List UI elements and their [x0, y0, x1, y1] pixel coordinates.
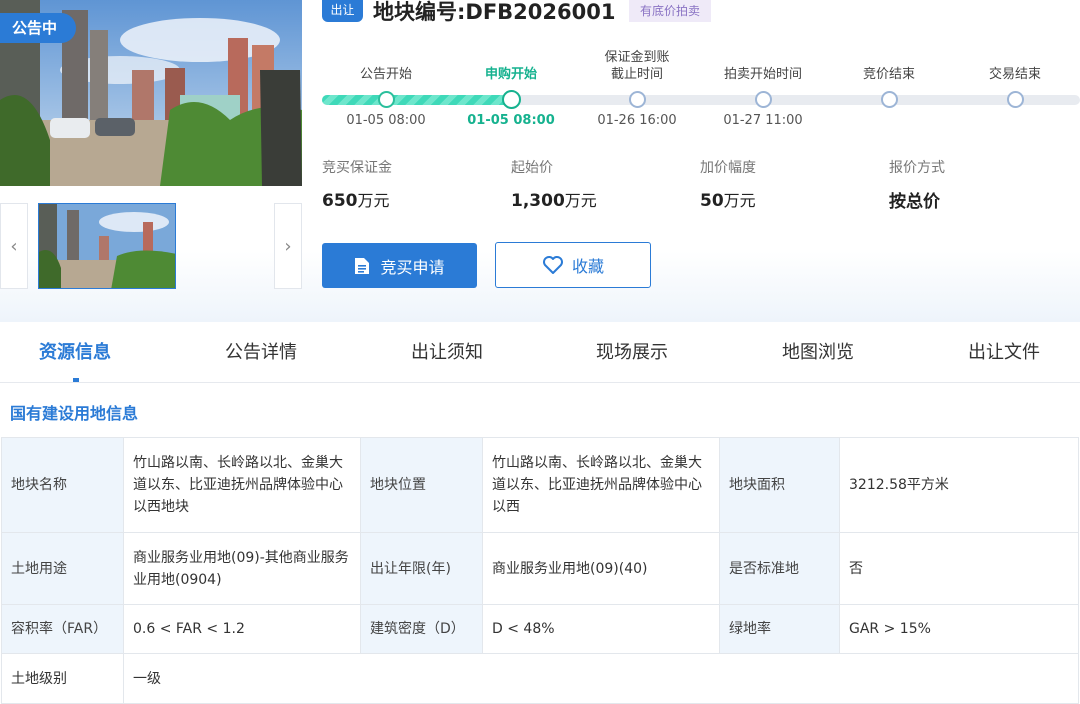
timeline-step: 拍卖开始时间 01-27 11:00 — [698, 40, 828, 128]
favorite-label: 收藏 — [571, 257, 604, 276]
stat-bid-method: 报价方式 按总价 — [889, 157, 1069, 212]
status-tag: 公告中 — [0, 13, 76, 43]
timeline-step: 公告开始 01-05 08:00 — [321, 40, 451, 128]
land-use-value: 商业服务业用地(09)-其他商业服务业用地(0904) — [123, 532, 361, 605]
lot-title: 地块编号:DFB2026001 — [373, 0, 616, 24]
transfer-badge: 出让 — [322, 0, 363, 22]
timeline-step-time: 01-26 16:00 — [597, 113, 677, 128]
stat-deposit-label: 竞买保证金 — [322, 160, 392, 176]
tab-notice-details[interactable]: 公告详情 — [225, 324, 297, 382]
stat-deposit-value: 650万元 — [322, 191, 390, 211]
timeline-step-label: 公告开始 — [359, 67, 412, 82]
timeline-step: 申购开始 01-05 08:00 — [446, 40, 576, 128]
timeline-step: 保证金到账 截止时间 01-26 16:00 — [572, 40, 702, 128]
tab-transfer-files[interactable]: 出让文件 — [968, 324, 1040, 382]
tab-site-photos[interactable]: 现场展示 — [596, 324, 668, 382]
gallery-thumbnail[interactable] — [38, 203, 176, 289]
land-area-value: 3212.58平方米 — [839, 437, 1079, 533]
timeline-step-time: 01-27 11:00 — [723, 113, 803, 128]
standard-land-value: 否 — [839, 532, 1079, 605]
land-term-label: 出让年限(年) — [360, 532, 483, 605]
green-ratio-value: GAR > 15% — [839, 604, 1079, 654]
land-location-label: 地块位置 — [360, 437, 483, 533]
stat-start-price: 起始价 1,300万元 — [511, 157, 691, 211]
table-row: 地块名称 竹山路以南、长岭路以北、金巢大道以东、比亚迪抚州品牌体验中心以西地块 … — [1, 437, 1079, 533]
land-name-value: 竹山路以南、长岭路以北、金巢大道以东、比亚迪抚州品牌体验中心以西地块 — [123, 437, 361, 533]
stat-increment-label: 加价幅度 — [700, 160, 756, 176]
tab-resource-info[interactable]: 资源信息 — [39, 324, 111, 382]
timeline-step-label: 交易结束 — [988, 67, 1041, 82]
gallery-prev-button[interactable]: ‹ — [0, 203, 28, 289]
land-use-label: 土地用途 — [1, 532, 124, 605]
lot-main-photo[interactable]: 公告中 — [0, 0, 302, 186]
apply-bid-button[interactable]: 竞买申请 — [322, 243, 477, 288]
timeline-step-dot — [1007, 91, 1024, 108]
land-grade-label: 土地级别 — [1, 653, 124, 704]
table-row: 土地级别 一级 — [1, 653, 1079, 704]
timeline-step: 交易结束 — [950, 40, 1080, 108]
stat-increment-value: 50万元 — [700, 191, 756, 211]
land-name-label: 地块名称 — [1, 437, 124, 533]
document-icon — [355, 257, 370, 274]
timeline-step-label: 拍卖开始时间 — [723, 67, 802, 82]
stat-start-price-label: 起始价 — [511, 160, 553, 176]
stat-start-price-value: 1,300万元 — [511, 191, 597, 211]
heart-icon — [542, 256, 563, 274]
far-value: 0.6 < FAR < 1.2 — [123, 604, 361, 654]
land-location-value: 竹山路以南、长岭路以北、金巢大道以东、比亚迪抚州品牌体验中心以西 — [482, 437, 720, 533]
timeline-step-label: 保证金到账 截止时间 — [604, 50, 670, 82]
stat-increment: 加价幅度 50万元 — [700, 157, 880, 211]
stat-bid-method-value: 按总价 — [889, 192, 940, 212]
density-label: 建筑密度（D） — [360, 604, 483, 654]
land-area-label: 地块面积 — [719, 437, 840, 533]
reserve-price-tag: 有底价拍卖 — [629, 0, 712, 22]
timeline-step-dot — [502, 90, 521, 109]
timeline-step: 竞价结束 — [824, 40, 954, 108]
auction-timeline: 公告开始 01-05 08:00 申购开始 01-05 08:00 保证金到账 截止时间… — [322, 40, 1080, 135]
table-row: 土地用途 商业服务业用地(09)-其他商业服务业用地(0904) 出让年限(年)… — [1, 532, 1079, 605]
stat-deposit: 竞买保证金 650万元 — [322, 157, 502, 211]
tab-map-view[interactable]: 地图浏览 — [782, 324, 854, 382]
timeline-step-time: 01-05 08:00 — [467, 113, 555, 128]
thumbnail-image — [39, 204, 175, 288]
land-info-table: 地块名称 竹山路以南、长岭路以北、金巢大道以东、比亚迪抚州品牌体验中心以西地块 … — [1, 437, 1079, 704]
lot-header-panel: 公告中 ‹ › 出让 地块编号:DFB2026001 有底价拍卖 公告开始 01-… — [0, 0, 1080, 322]
timeline-step-dot — [378, 91, 395, 108]
active-tab-indicator — [73, 378, 79, 382]
favorite-button[interactable]: 收藏 — [495, 242, 651, 288]
detail-tabs: 资源信息 公告详情 出让须知 现场展示 地图浏览 出让文件 — [0, 324, 1080, 383]
timeline-step-label: 申购开始 — [484, 67, 537, 82]
land-grade-value: 一级 — [123, 653, 1079, 704]
tab-transfer-notes[interactable]: 出让须知 — [411, 324, 483, 382]
timeline-step-label: 竞价结束 — [862, 67, 915, 82]
stat-bid-method-label: 报价方式 — [889, 160, 945, 176]
chevron-left-icon: ‹ — [10, 235, 18, 257]
gallery-next-button[interactable]: › — [274, 203, 302, 289]
timeline-step-dot — [755, 91, 772, 108]
chevron-right-icon: › — [284, 235, 292, 257]
standard-land-label: 是否标准地 — [719, 532, 840, 605]
apply-bid-label: 竞买申请 — [380, 257, 445, 277]
table-row: 容积率（FAR） 0.6 < FAR < 1.2 建筑密度（D） D < 48%… — [1, 604, 1079, 654]
timeline-progress — [322, 95, 512, 105]
timeline-step-dot — [629, 91, 646, 108]
density-value: D < 48% — [482, 604, 720, 654]
far-label: 容积率（FAR） — [1, 604, 124, 654]
section-title: 国有建设用地信息 — [10, 404, 139, 423]
land-term-value: 商业服务业用地(09)(40) — [482, 532, 720, 605]
timeline-step-time: 01-05 08:00 — [346, 113, 426, 128]
green-ratio-label: 绿地率 — [719, 604, 840, 654]
timeline-step-dot — [881, 91, 898, 108]
